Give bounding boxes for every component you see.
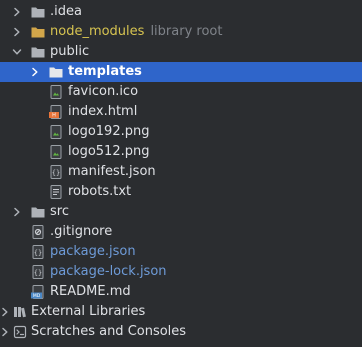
markdown-badge: MD [33,293,41,299]
image-file-icon [48,144,64,160]
tree-item-manifest[interactable]: {} manifest.json [0,162,362,182]
chevron-down-icon[interactable] [12,42,22,62]
tree-item-templates[interactable]: templates [0,62,362,82]
tree-item-logo192[interactable]: logo192.png [0,122,362,142]
tree-item-label: .idea [50,4,82,19]
tree-item-idea[interactable]: .idea [0,2,362,22]
tree-item-label: package.json [50,244,136,259]
tree-item-label: README.md [50,284,131,299]
tree-item-scratches[interactable]: Scratches and Consoles [0,322,362,342]
chevron-right-icon[interactable] [30,62,40,82]
tree-item-label: src [50,204,69,219]
image-file-icon [48,124,64,140]
svg-text:{}: {} [34,249,42,257]
json-file-icon: {} [48,164,64,180]
tree-item-logo512[interactable]: logo512.png [0,142,362,162]
tree-item-favicon[interactable]: favicon.ico [0,82,362,102]
tree-item-label: External Libraries [31,304,146,319]
tree-item-label: templates [68,64,142,79]
gitignore-file-icon [30,224,46,240]
tree-item-external-libraries[interactable]: External Libraries [0,302,362,322]
markdown-file-icon: MD [30,284,46,300]
excluded-folder-icon [30,24,46,40]
tree-item-label: index.html [68,104,138,119]
tree-item-package-json[interactable]: {} package.json [0,242,362,262]
chevron-right-icon[interactable] [0,302,10,322]
library-icon [12,304,28,320]
tree-item-label: manifest.json [68,164,156,179]
tree-item-label: favicon.ico [68,84,139,99]
folder-icon [30,204,46,220]
svg-text:{}: {} [52,169,60,177]
tree-item-index-html[interactable]: H index.html [0,102,362,122]
svg-text:{}: {} [34,269,42,277]
tree-item-label: public [50,44,90,59]
tree-item-label: .gitignore [50,224,113,239]
chevron-right-icon[interactable] [12,22,22,42]
tree-item-label: logo192.png [68,124,150,139]
html-file-icon: H [48,104,64,120]
tree-item-label: logo512.png [68,144,150,159]
chevron-right-icon[interactable] [12,202,22,222]
tree-item-node-modules[interactable]: node_modules library root [0,22,362,42]
library-root-hint: library root [150,24,223,39]
chevron-right-icon[interactable] [12,2,22,22]
project-tree: .idea node_modules library root public te… [0,0,362,347]
tree-item-src[interactable]: src [0,202,362,222]
tree-item-robots[interactable]: robots.txt [0,182,362,202]
tree-item-label: Scratches and Consoles [31,324,187,339]
tree-item-label: robots.txt [68,184,132,199]
svg-text:H: H [52,113,56,119]
tree-item-public[interactable]: public [0,42,362,62]
folder-icon [30,44,46,60]
chevron-right-icon[interactable] [0,322,10,342]
tree-item-package-lock[interactable]: {} package-lock.json [0,262,362,282]
scratches-icon [12,324,28,340]
tree-item-readme[interactable]: MD README.md [0,282,362,302]
folder-icon [48,64,64,80]
tree-item-label: package-lock.json [50,264,167,279]
image-file-icon [48,84,64,100]
folder-icon [30,4,46,20]
json-file-icon: {} [30,244,46,260]
json-file-icon: {} [30,264,46,280]
tree-item-label: node_modules [50,24,145,39]
text-file-icon [48,184,64,200]
tree-item-gitignore[interactable]: .gitignore [0,222,362,242]
